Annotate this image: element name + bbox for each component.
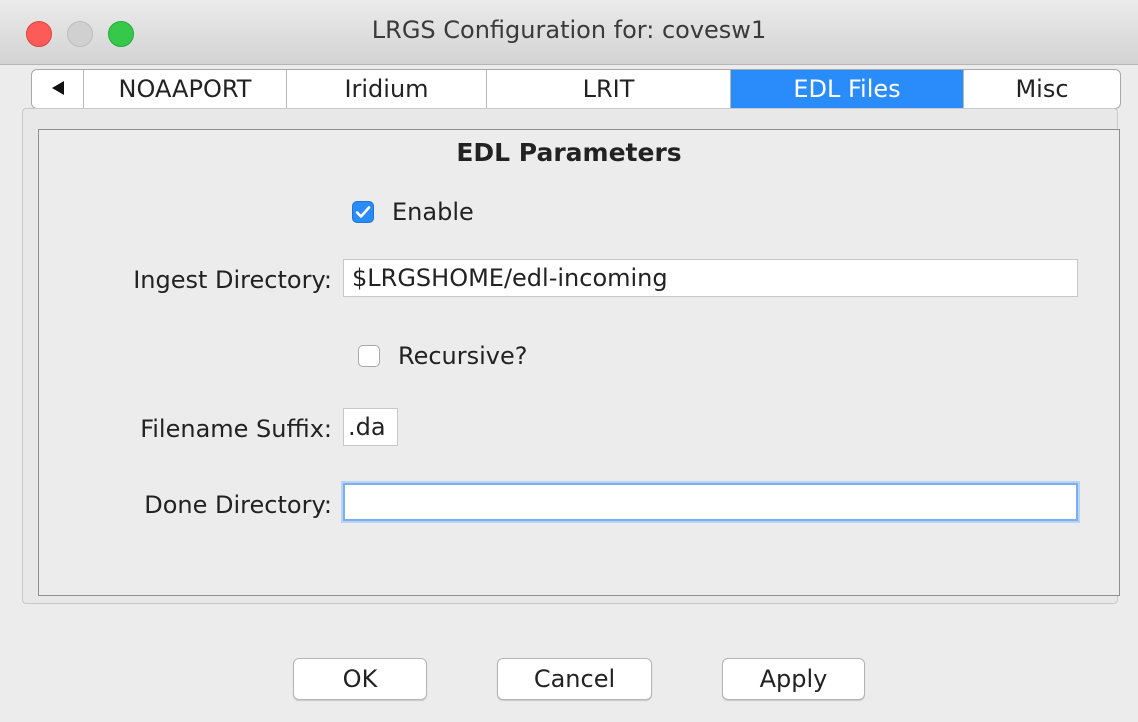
edl-parameters-group xyxy=(38,129,1120,596)
done-directory-input[interactable] xyxy=(343,483,1078,521)
enable-checkbox-row[interactable]: Enable xyxy=(352,198,474,226)
dialog-window: LRGS Configuration for: covesw1 NOAAPORT… xyxy=(0,0,1138,722)
filename-suffix-input[interactable]: .da xyxy=(343,408,398,446)
recursive-checkbox-row[interactable]: Recursive? xyxy=(358,342,528,370)
recursive-checkbox[interactable] xyxy=(358,345,380,367)
title-bar[interactable]: LRGS Configuration for: covesw1 xyxy=(0,0,1138,65)
tab-noaaport[interactable]: NOAAPORT xyxy=(84,70,287,108)
ingest-directory-input[interactable]: $LRGSHOME/edl-incoming xyxy=(343,259,1078,297)
filename-suffix-label: Filename Suffix: xyxy=(140,415,332,443)
window-title: LRGS Configuration for: covesw1 xyxy=(371,16,767,44)
enable-label: Enable xyxy=(392,198,474,226)
cancel-button[interactable]: Cancel xyxy=(497,658,652,700)
ingest-directory-label: Ingest Directory: xyxy=(133,266,332,294)
enable-checkbox[interactable] xyxy=(352,201,374,223)
tab-misc[interactable]: Misc xyxy=(964,70,1120,108)
recursive-label: Recursive? xyxy=(398,342,528,370)
checkmark-icon xyxy=(355,206,371,218)
group-title: EDL Parameters xyxy=(456,138,682,167)
tab-strip: NOAAPORT Iridium LRIT EDL Files Misc xyxy=(31,69,1121,109)
apply-button[interactable]: Apply xyxy=(722,658,865,700)
ok-button[interactable]: OK xyxy=(293,658,427,700)
tab-iridium[interactable]: Iridium xyxy=(287,70,487,108)
tab-edl-files[interactable]: EDL Files xyxy=(731,70,964,108)
tab-lrit[interactable]: LRIT xyxy=(487,70,731,108)
done-directory-label: Done Directory: xyxy=(144,491,332,519)
triangle-left-icon xyxy=(51,77,65,101)
tab-scroll-left-button[interactable] xyxy=(32,70,84,108)
